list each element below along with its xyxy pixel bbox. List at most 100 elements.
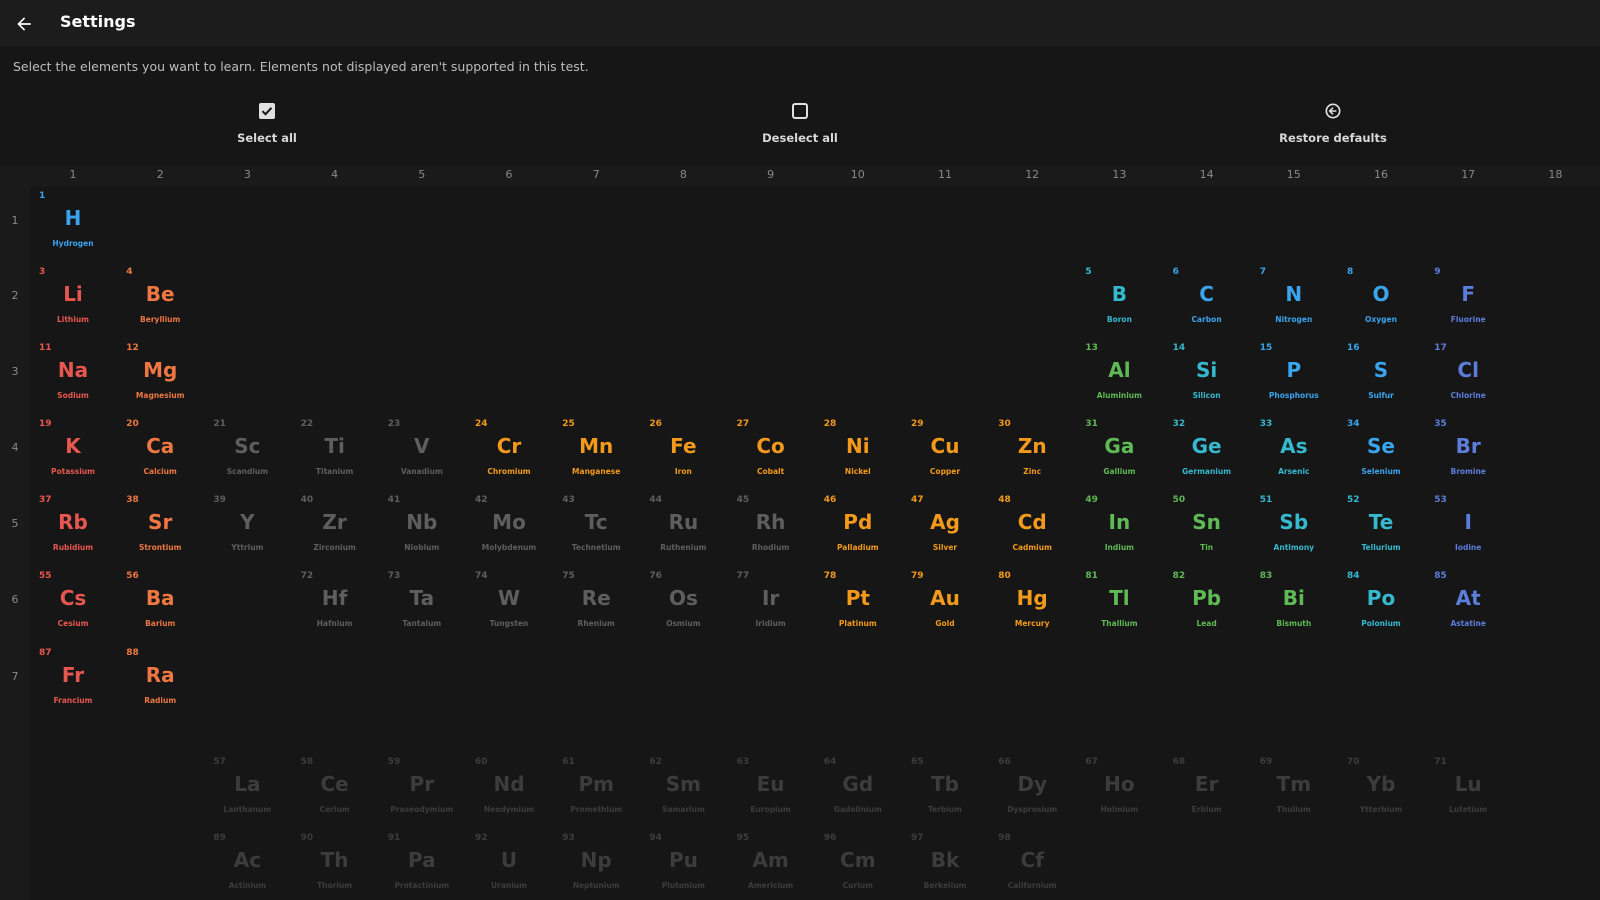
element-tile-ce[interactable]: 58 Ce Cerium <box>295 754 375 826</box>
restore-defaults-button[interactable]: Restore defaults <box>1233 100 1433 152</box>
element-tile-ra[interactable]: 88 Ra Radium <box>120 645 200 717</box>
element-tile-yb[interactable]: 70 Yb Ytterbium <box>1341 754 1421 826</box>
element-tile-cd[interactable]: 48 Cd Cadmium <box>992 492 1072 564</box>
element-tile-hg[interactable]: 80 Hg Mercury <box>992 568 1072 640</box>
element-tile-os[interactable]: 76 Os Osmium <box>643 568 723 640</box>
element-tile-rb[interactable]: 37 Rb Rubidium <box>33 492 113 564</box>
element-tile-fr[interactable]: 87 Fr Francium <box>33 645 113 717</box>
element-tile-h[interactable]: 1 H Hydrogen <box>33 188 113 260</box>
element-tile-pt[interactable]: 78 Pt Platinum <box>818 568 898 640</box>
element-tile-in[interactable]: 49 In Indium <box>1079 492 1159 564</box>
element-tile-hf[interactable]: 72 Hf Hafnium <box>295 568 375 640</box>
element-tile-al[interactable]: 13 Al Aluminium <box>1079 340 1159 412</box>
element-tile-w[interactable]: 74 W Tungsten <box>469 568 549 640</box>
element-tile-np[interactable]: 93 Np Neptunium <box>556 830 636 900</box>
element-tile-au[interactable]: 79 Au Gold <box>905 568 985 640</box>
element-tile-s[interactable]: 16 S Sulfur <box>1341 340 1421 412</box>
element-tile-ba[interactable]: 56 Ba Barium <box>120 568 200 640</box>
element-tile-bk[interactable]: 97 Bk Berkelium <box>905 830 985 900</box>
element-tile-sn[interactable]: 50 Sn Tin <box>1167 492 1247 564</box>
element-tile-fe[interactable]: 26 Fe Iron <box>643 416 723 488</box>
element-tile-am[interactable]: 95 Am Americium <box>731 830 811 900</box>
element-tile-se[interactable]: 34 Se Selenium <box>1341 416 1421 488</box>
element-tile-ir[interactable]: 77 Ir Iridium <box>731 568 811 640</box>
element-tile-as[interactable]: 33 As Arsenic <box>1254 416 1334 488</box>
element-tile-bi[interactable]: 83 Bi Bismuth <box>1254 568 1334 640</box>
element-tile-rh[interactable]: 45 Rh Rhodium <box>731 492 811 564</box>
element-tile-nb[interactable]: 41 Nb Niobium <box>382 492 462 564</box>
element-tile-ac[interactable]: 89 Ac Actinium <box>207 830 287 900</box>
element-tile-th[interactable]: 90 Th Thorium <box>295 830 375 900</box>
element-tile-po[interactable]: 84 Po Polonium <box>1341 568 1421 640</box>
element-tile-te[interactable]: 52 Te Tellurium <box>1341 492 1421 564</box>
element-tile-ni[interactable]: 28 Ni Nickel <box>818 416 898 488</box>
element-tile-cm[interactable]: 96 Cm Curium <box>818 830 898 900</box>
element-tile-mn[interactable]: 25 Mn Manganese <box>556 416 636 488</box>
element-tile-er[interactable]: 68 Er Erbium <box>1167 754 1247 826</box>
element-tile-mg[interactable]: 12 Mg Magnesium <box>120 340 200 412</box>
element-tile-br[interactable]: 35 Br Bromine <box>1428 416 1508 488</box>
element-tile-tb[interactable]: 65 Tb Terbium <box>905 754 985 826</box>
element-tile-pb[interactable]: 82 Pb Lead <box>1167 568 1247 640</box>
element-tile-tc[interactable]: 43 Tc Technetium <box>556 492 636 564</box>
element-tile-c[interactable]: 6 C Carbon <box>1167 264 1247 336</box>
element-tile-zr[interactable]: 40 Zr Zirconium <box>295 492 375 564</box>
element-tile-ho[interactable]: 67 Ho Holmium <box>1079 754 1159 826</box>
element-tile-la[interactable]: 57 La Lanthanum <box>207 754 287 826</box>
element-tile-mo[interactable]: 42 Mo Molybdenum <box>469 492 549 564</box>
element-tile-na[interactable]: 11 Na Sodium <box>33 340 113 412</box>
element-tile-sc[interactable]: 21 Sc Scandium <box>207 416 287 488</box>
element-tile-tm[interactable]: 69 Tm Thulium <box>1254 754 1334 826</box>
element-tile-k[interactable]: 19 K Potassium <box>33 416 113 488</box>
element-tile-at[interactable]: 85 At Astatine <box>1428 568 1508 640</box>
element-tile-si[interactable]: 14 Si Silicon <box>1167 340 1247 412</box>
element-tile-cl[interactable]: 17 Cl Chlorine <box>1428 340 1508 412</box>
element-tile-ta[interactable]: 73 Ta Tantalum <box>382 568 462 640</box>
element-tile-cs[interactable]: 55 Cs Cesium <box>33 568 113 640</box>
element-tile-tl[interactable]: 81 Tl Thallium <box>1079 568 1159 640</box>
element-tile-n[interactable]: 7 N Nitrogen <box>1254 264 1334 336</box>
element-tile-i[interactable]: 53 I Iodine <box>1428 492 1508 564</box>
element-tile-pa[interactable]: 91 Pa Protactinium <box>382 830 462 900</box>
element-tile-ga[interactable]: 31 Ga Gallium <box>1079 416 1159 488</box>
element-tile-lu[interactable]: 71 Lu Lutetium <box>1428 754 1508 826</box>
element-tile-b[interactable]: 5 B Boron <box>1079 264 1159 336</box>
element-tile-pm[interactable]: 61 Pm Promethium <box>556 754 636 826</box>
element-tile-sm[interactable]: 62 Sm Samarium <box>643 754 723 826</box>
select-all-button[interactable]: Select all <box>167 100 367 152</box>
element-tile-p[interactable]: 15 P Phosphorus <box>1254 340 1334 412</box>
element-tile-gd[interactable]: 64 Gd Gadolinium <box>818 754 898 826</box>
element-tile-ca[interactable]: 20 Ca Calcium <box>120 416 200 488</box>
element-tile-be[interactable]: 4 Be Beryllium <box>120 264 200 336</box>
element-tile-o[interactable]: 8 O Oxygen <box>1341 264 1421 336</box>
element-tile-f[interactable]: 9 F Fluorine <box>1428 264 1508 336</box>
element-tile-pu[interactable]: 94 Pu Plutonium <box>643 830 723 900</box>
element-tile-cr[interactable]: 24 Cr Chromium <box>469 416 549 488</box>
period-number-bar: 1 2 3 4 5 6 7 <box>0 187 30 900</box>
element-tile-sb[interactable]: 51 Sb Antimony <box>1254 492 1334 564</box>
atomic-number: 35 <box>1434 419 1447 429</box>
element-tile-nd[interactable]: 60 Nd Neodymium <box>469 754 549 826</box>
element-tile-zn[interactable]: 30 Zn Zinc <box>992 416 1072 488</box>
element-tile-re[interactable]: 75 Re Rhenium <box>556 568 636 640</box>
atomic-number: 65 <box>911 757 924 767</box>
element-tile-sr[interactable]: 38 Sr Strontium <box>120 492 200 564</box>
element-tile-dy[interactable]: 66 Dy Dysprosium <box>992 754 1072 826</box>
element-tile-y[interactable]: 39 Y Yttrium <box>207 492 287 564</box>
element-tile-ge[interactable]: 32 Ge Germanium <box>1167 416 1247 488</box>
element-tile-co[interactable]: 27 Co Cobalt <box>731 416 811 488</box>
element-tile-pd[interactable]: 46 Pd Palladium <box>818 492 898 564</box>
element-tile-u[interactable]: 92 U Uranium <box>469 830 549 900</box>
element-tile-ru[interactable]: 44 Ru Ruthenium <box>643 492 723 564</box>
element-tile-cu[interactable]: 29 Cu Copper <box>905 416 985 488</box>
back-button[interactable] <box>10 10 38 38</box>
element-tile-li[interactable]: 3 Li Lithium <box>33 264 113 336</box>
element-tile-pr[interactable]: 59 Pr Praseodymium <box>382 754 462 826</box>
element-symbol: Am <box>752 848 789 872</box>
element-tile-ag[interactable]: 47 Ag Silver <box>905 492 985 564</box>
element-tile-eu[interactable]: 63 Eu Europium <box>731 754 811 826</box>
element-tile-v[interactable]: 23 V Vanadium <box>382 416 462 488</box>
element-tile-cf[interactable]: 98 Cf Californium <box>992 830 1072 900</box>
element-tile-ti[interactable]: 22 Ti Titanium <box>295 416 375 488</box>
deselect-all-button[interactable]: Deselect all <box>700 100 900 152</box>
